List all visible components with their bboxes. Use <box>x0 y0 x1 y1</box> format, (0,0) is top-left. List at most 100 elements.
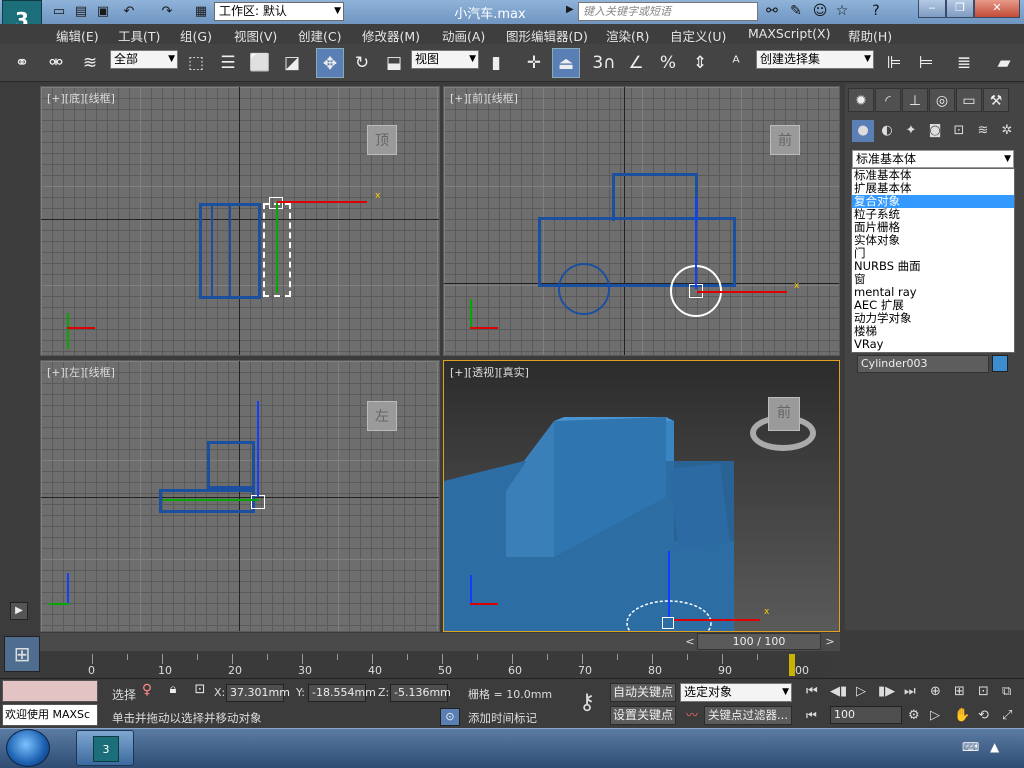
object-color-swatch[interactable] <box>992 355 1008 372</box>
create-tab-icon[interactable]: ✹ <box>848 88 874 112</box>
align-icon[interactable]: ⊨ <box>912 48 940 78</box>
select-and-move-icon[interactable]: ✥ <box>316 48 344 78</box>
select-manipulate-icon[interactable]: ✛ <box>520 48 548 78</box>
viewcube-icon[interactable]: 顶 <box>367 125 397 155</box>
key-filters-button[interactable]: 关键点过滤器... <box>704 706 792 725</box>
zoom-all-icon[interactable]: ⊞ <box>954 684 965 699</box>
y-coord-field[interactable]: -18.554mm <box>308 684 376 702</box>
space-warps-icon[interactable]: ≋ <box>972 120 994 142</box>
binoculars-icon[interactable]: ⚯ <box>762 2 782 21</box>
keyboard-tray-icon[interactable]: ⌨ <box>962 740 979 754</box>
menu-rendering[interactable]: 渲染(R) <box>606 26 649 45</box>
object-type-option[interactable]: NURBS 曲面 <box>852 260 1014 273</box>
maxscript-input[interactable]: 欢迎使用 MAXSc <box>2 704 98 726</box>
save-icon[interactable]: ▣ <box>94 3 112 21</box>
edit-named-selection-icon[interactable]: ᴬ <box>722 48 750 78</box>
set-key-button[interactable]: 设置关键点 <box>610 706 676 725</box>
helpers-icon[interactable]: ⊡ <box>948 120 970 142</box>
workspace-dropdown[interactable]: 工作区: 默认 ▼ <box>214 2 344 21</box>
pan-icon[interactable]: ✋ <box>954 708 970 723</box>
windows-start-icon[interactable] <box>6 729 50 767</box>
close-button[interactable]: ✕ <box>974 0 1020 18</box>
angle-snap-icon[interactable]: ∠ <box>622 48 650 78</box>
bind-space-warp-icon[interactable]: ≋ <box>76 48 104 78</box>
z-coord-field[interactable]: -5.136mm <box>390 684 451 702</box>
keyboard-shortcut-override-icon[interactable]: ⏏ <box>552 48 580 78</box>
project-folder-icon[interactable]: ▦ <box>192 3 210 21</box>
shapes-icon[interactable]: ◐ <box>876 120 898 142</box>
viewport-label[interactable]: [+][前][线框] <box>450 90 518 106</box>
go-to-start-icon[interactable]: ⏮ <box>806 684 818 699</box>
menu-modifiers[interactable]: 修改器(M) <box>362 26 420 45</box>
object-name-field[interactable]: Cylinder003 <box>857 355 989 373</box>
percent-snap-icon[interactable]: % <box>654 48 682 78</box>
new-file-icon[interactable]: ▭ <box>50 3 68 21</box>
maximize-button[interactable]: ❐ <box>946 0 974 18</box>
viewport-perspective[interactable]: [+][透视][真实] 前 x <box>443 360 840 632</box>
utilities-tab-icon[interactable]: ⚒ <box>983 88 1009 112</box>
menu-create[interactable]: 创建(C) <box>298 26 341 45</box>
select-object-icon[interactable]: ⬚ <box>182 48 210 78</box>
absolute-mode-icon[interactable]: ⊡ <box>190 682 210 702</box>
previous-frame-icon[interactable]: ◀▮ <box>830 684 847 699</box>
menu-tools[interactable]: 工具(T) <box>118 26 160 45</box>
maximize-viewport-icon[interactable]: ⤢ <box>1002 708 1012 723</box>
help-icon[interactable]: ? <box>866 2 886 21</box>
viewport-front[interactable]: [+][前][线框] 前 x <box>443 86 840 356</box>
expand-ribbon-icon[interactable]: ▶ <box>10 602 28 620</box>
minimize-button[interactable]: ‒ <box>918 0 946 18</box>
link-icon[interactable]: ⚭ <box>8 48 36 78</box>
modify-tab-icon[interactable]: ◜ <box>875 88 901 112</box>
rectangle-selection-icon[interactable]: ⬜ <box>246 48 274 78</box>
object-type-option[interactable]: VRay <box>852 338 1014 351</box>
current-frame-field[interactable]: 100 <box>830 706 902 724</box>
viewport-layout-icon[interactable]: ⊞ <box>4 636 40 672</box>
pivot-center-icon[interactable]: ▮ <box>482 48 510 78</box>
reference-coordinate-dropdown[interactable]: 视图 ▼ <box>411 50 479 69</box>
unlink-icon[interactable]: ⚮ <box>42 48 70 78</box>
prev-frame-arrow-icon[interactable]: < <box>684 634 696 650</box>
motion-tab-icon[interactable]: ◎ <box>929 88 955 112</box>
menu-group[interactable]: 组(G) <box>180 26 212 45</box>
mirror-icon[interactable]: ⊫ <box>880 48 908 78</box>
cameras-icon[interactable]: ◙ <box>924 120 946 142</box>
window-crossing-icon[interactable]: ◪ <box>278 48 306 78</box>
zoom-extents-all-icon[interactable]: ⧉ <box>1002 684 1011 699</box>
next-frame-icon[interactable]: ▮▶ <box>878 684 895 699</box>
zoom-extents-icon[interactable]: ⊡ <box>978 684 989 699</box>
menu-maxscript[interactable]: MAXScript(X) <box>748 26 830 41</box>
undo-icon[interactable]: ↶ <box>120 3 138 21</box>
time-configuration-icon[interactable]: ⚙ <box>908 708 920 723</box>
lights-icon[interactable]: ✦ <box>900 120 922 142</box>
field-of-view-icon[interactable]: ▷ <box>930 708 940 723</box>
named-selection-dropdown[interactable]: 创建选择集 ▼ <box>756 50 874 69</box>
geometry-icon[interactable]: ● <box>852 120 874 142</box>
selection-filter-dropdown[interactable]: 全部 ▼ <box>110 50 178 69</box>
tools-icon[interactable]: ✎ <box>786 2 806 21</box>
menu-edit[interactable]: 编辑(E) <box>56 26 99 45</box>
menu-animation[interactable]: 动画(A) <box>442 26 485 45</box>
object-type-option[interactable]: 实体对象 <box>852 234 1014 247</box>
display-tab-icon[interactable]: ▭ <box>956 88 982 112</box>
key-mode-toggle-icon[interactable]: ⏮ <box>806 708 817 723</box>
selection-lock-icon[interactable]: 🔒︎ <box>164 682 182 702</box>
play-icon[interactable]: ▷ <box>856 684 866 699</box>
menu-help[interactable]: 帮助(H) <box>848 26 892 45</box>
set-key-key-icon[interactable]: ⚷ <box>568 684 606 722</box>
viewport-top[interactable]: [+][底][线框] 顶 x <box>40 86 440 356</box>
menu-customize[interactable]: 自定义(U) <box>670 26 726 45</box>
search-arrow-icon[interactable]: ▶ <box>566 4 574 15</box>
x-coord-field[interactable]: 37.301mm <box>226 684 290 702</box>
time-slider-thumb[interactable]: 100 / 100 <box>697 633 821 650</box>
time-tag-icon[interactable]: ⊙ <box>440 708 460 726</box>
auto-key-button[interactable]: 自动关键点 <box>610 683 676 702</box>
key-mode-dropdown[interactable]: 选定对象 ▼ <box>680 683 792 702</box>
track-bar[interactable]: 0 10 20 30 40 50 60 70 80 90 100 <box>40 654 830 678</box>
redo-icon[interactable]: ↷ <box>158 3 176 21</box>
isolate-selection-icon[interactable]: ♀ <box>138 682 156 702</box>
layer-manager-icon[interactable]: ≣ <box>950 48 978 78</box>
open-file-icon[interactable]: ▤ <box>72 3 90 21</box>
viewcube-icon[interactable]: 前 <box>770 125 800 155</box>
hierarchy-tab-icon[interactable]: ⊥ <box>902 88 928 112</box>
viewport-label[interactable]: [+][底][线框] <box>47 90 115 106</box>
